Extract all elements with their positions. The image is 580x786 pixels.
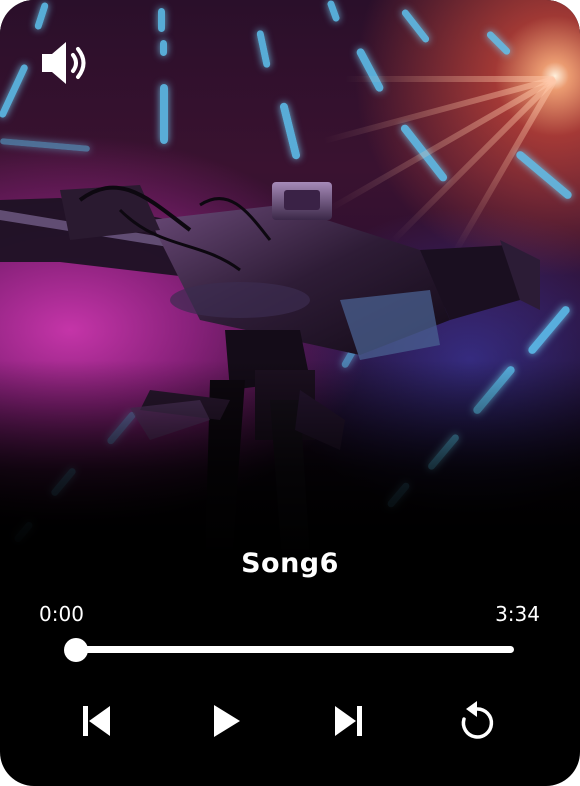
- play-icon: [214, 705, 240, 737]
- play-button[interactable]: [201, 697, 249, 745]
- skip-next-icon: [335, 706, 362, 736]
- progress-handle[interactable]: [64, 638, 88, 662]
- volume-button[interactable]: [36, 36, 96, 90]
- current-time: 0:00: [39, 602, 84, 626]
- progress-bar[interactable]: [76, 646, 514, 653]
- volume-icon: [42, 42, 86, 84]
- song-title: Song6: [241, 548, 339, 579]
- next-button[interactable]: [324, 697, 372, 745]
- skip-previous-icon: [83, 706, 110, 736]
- replay-icon: [461, 701, 494, 739]
- previous-button[interactable]: [73, 697, 121, 745]
- artwork-fade: [0, 360, 580, 560]
- total-duration: 3:34: [495, 602, 540, 626]
- music-player-card: Song6 0:00 3:34: [0, 0, 580, 786]
- replay-button[interactable]: [453, 697, 501, 745]
